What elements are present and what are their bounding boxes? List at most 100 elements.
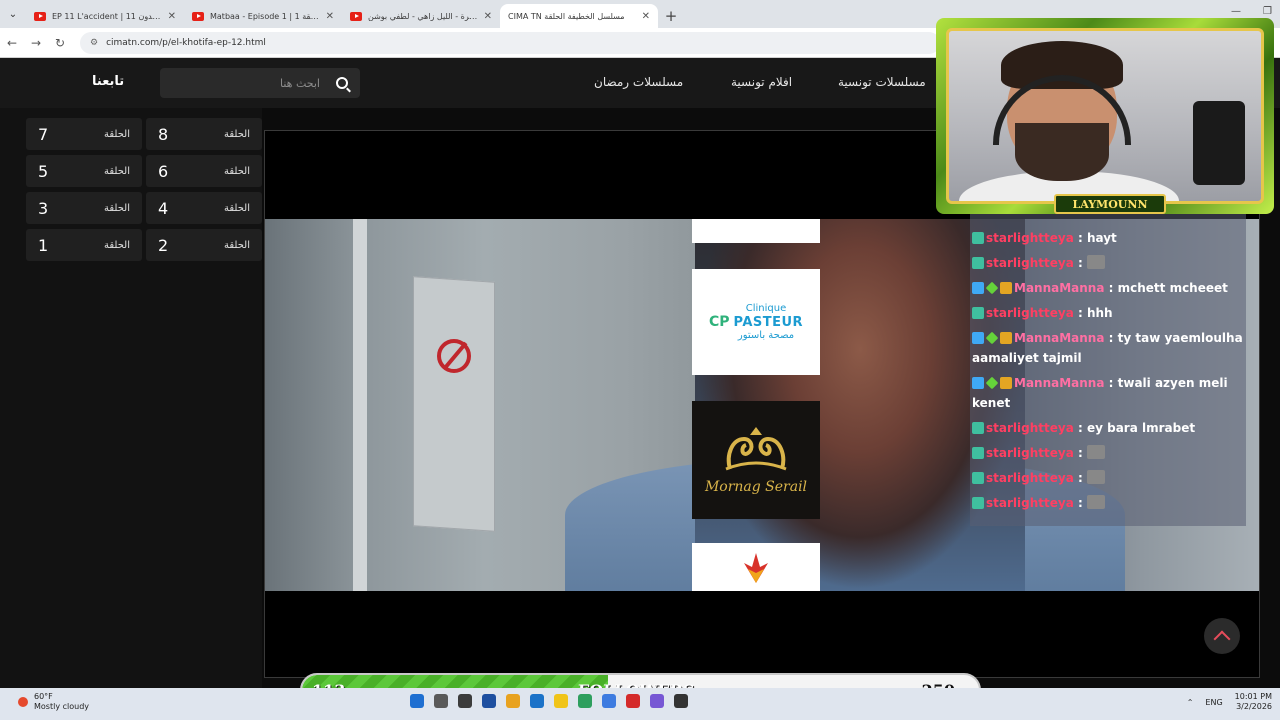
chat-text: : mchett mcheeet [1108, 281, 1228, 295]
site-info-icon[interactable]: ⚙ [90, 38, 98, 48]
chat-emote-icon [1086, 495, 1105, 509]
start-icon[interactable] [410, 694, 424, 708]
close-tab-icon[interactable]: ✕ [168, 11, 176, 22]
sponsor-banner-bottom [692, 543, 820, 591]
browser-tab-4-active[interactable]: CIMA TN مسلسل الخطيفة الحلقة ✕ [500, 4, 658, 28]
maximize-icon[interactable]: ❐ [1263, 6, 1272, 17]
weather-icon [18, 697, 28, 707]
episode-number: 5 [38, 161, 49, 181]
clock[interactable]: 10:01 PM 3/2/2026 [1235, 692, 1272, 712]
swan-logo-icon [725, 427, 787, 471]
episode-6-button[interactable]: الحلقة 6 [146, 155, 262, 187]
chat-message: starlightteya : [972, 443, 1246, 463]
nav-tunisian-films[interactable]: افلام تونسية [731, 75, 792, 89]
search-input[interactable]: ابحث هنا [280, 77, 320, 90]
youtube-icon [192, 11, 204, 21]
nav-tunisian-series[interactable]: مسلسلات تونسية [838, 75, 926, 89]
chat-text: : hayt [1077, 231, 1117, 245]
chat-username[interactable]: MannaManna [1014, 331, 1104, 345]
url-text: cimatn.com/p/el-khotifa-ep-12.html [106, 37, 266, 48]
chat-badge-icon [972, 232, 984, 244]
browser-tab-2[interactable]: Matbaa - Episode 1 | 1 الحلقة - ... ✕ [184, 4, 342, 28]
episode-label: الحلقة [223, 202, 250, 214]
sponsor-banner-top [692, 219, 820, 243]
minimize-icon[interactable]: — [1231, 6, 1241, 17]
chat-username[interactable]: starlightteya [986, 471, 1074, 485]
episode-2-button[interactable]: الحلقة 2 [146, 229, 262, 261]
chat-emote-icon [1086, 470, 1105, 484]
scene-wall [353, 219, 367, 591]
tab-search-chevron-icon[interactable]: ⌄ [0, 0, 26, 28]
chat-text: : [1077, 496, 1083, 510]
netflix-icon[interactable] [626, 694, 640, 708]
discord-icon[interactable] [650, 694, 664, 708]
chat-username[interactable]: starlightteya [986, 231, 1074, 245]
chat-text: : [1077, 446, 1083, 460]
episode-3-button[interactable]: الحلقة 3 [26, 192, 142, 224]
files-icon[interactable] [554, 694, 568, 708]
browser-tab-3[interactable]: الحضرة - الليل زاهي - لطفي بوشن... ✕ [342, 4, 500, 28]
close-tab-icon[interactable]: ✕ [642, 11, 650, 22]
folder-icon[interactable] [506, 694, 520, 708]
chat-username[interactable]: starlightteya [986, 256, 1074, 270]
episode-4-button[interactable]: الحلقة 4 [146, 192, 262, 224]
chat-message: starlightteya : hhh [972, 303, 1246, 323]
episode-label: الحلقة [103, 128, 130, 140]
youtube-icon [34, 11, 46, 21]
chrome-icon[interactable] [578, 694, 592, 708]
episode-number: 6 [158, 161, 169, 181]
chat-username[interactable]: starlightteya [986, 496, 1074, 510]
close-tab-icon[interactable]: ✕ [326, 11, 334, 22]
close-tab-icon[interactable]: ✕ [484, 11, 492, 22]
chat-username[interactable]: MannaManna [1014, 376, 1104, 390]
obs-icon[interactable] [674, 694, 688, 708]
chat-text: : hhh [1077, 306, 1113, 320]
episode-list: الحلقة 8 الحلقة 7 الحلقة 6 الحلقة 5 الحلقة 4 … [0, 108, 262, 688]
weather-desc: Mostly cloudy [34, 702, 89, 711]
task-view-icon[interactable] [458, 694, 472, 708]
nav-ramadan-series[interactable]: مسلسلات رمضان [594, 75, 683, 89]
chat-text: : [1077, 256, 1083, 270]
sponsor-clinique-pasteur: Clinique CP PASTEUR مصحة باستور [692, 269, 820, 375]
chat-username[interactable]: starlightteya [986, 446, 1074, 460]
pasteur-logo-icon: CP [708, 314, 730, 330]
app-icon[interactable] [482, 694, 496, 708]
scroll-to-top-button[interactable] [1204, 618, 1240, 654]
episode-label: الحلقة [223, 165, 250, 177]
episode-7-button[interactable]: الحلقة 7 [26, 118, 142, 150]
chat-badge-icon [1000, 282, 1012, 294]
episode-5-button[interactable]: الحلقة 5 [26, 155, 142, 187]
chat-username[interactable]: MannaManna [1014, 281, 1104, 295]
new-tab-button[interactable]: + [658, 4, 684, 28]
weather-temp: 60°F [34, 692, 53, 701]
episode-1-button[interactable]: الحلقة 1 [26, 229, 142, 261]
chat-badge-icon [972, 497, 984, 509]
chat-badge-icon [1000, 377, 1012, 389]
forward-icon[interactable]: → [24, 36, 48, 50]
webcam-feed [946, 28, 1264, 204]
search-taskbar-icon[interactable] [434, 694, 448, 708]
browser-tab-1[interactable]: EP 11 L'accident | 11 الأكسيدون ✕ [26, 4, 184, 28]
chat-message: starlightteya : hayt [972, 228, 1246, 248]
chat-message: MannaManna : ty taw yaemloulha aamaliyet… [972, 328, 1246, 368]
follow-us-link[interactable]: تابعنا [92, 74, 124, 89]
chat-badge-icon [972, 257, 984, 269]
edge-icon[interactable] [530, 694, 544, 708]
search-icon[interactable] [336, 77, 348, 89]
tab-title: Matbaa - Episode 1 | 1 الحلقة - ... [210, 11, 320, 21]
app-icon[interactable] [602, 694, 616, 708]
search-box[interactable]: ابحث هنا [160, 68, 360, 98]
chat-username[interactable]: starlightteya [986, 306, 1074, 320]
tray-expand-icon[interactable]: ⌃ [1187, 698, 1194, 707]
chat-username[interactable]: starlightteya [986, 421, 1074, 435]
language-indicator[interactable]: ENG [1205, 698, 1222, 707]
clock-time: 10:01 PM [1234, 692, 1272, 701]
episode-8-button[interactable]: الحلقة 8 [146, 118, 262, 150]
weather-widget[interactable]: 60°F Mostly cloudy [18, 692, 89, 712]
episode-number: 3 [38, 198, 49, 218]
episode-label: الحلقة [103, 165, 130, 177]
back-icon[interactable]: ← [0, 36, 24, 50]
reload-icon[interactable]: ↻ [48, 36, 72, 50]
chat-message: starlightteya : [972, 468, 1246, 488]
url-field[interactable]: ⚙ cimatn.com/p/el-khotifa-ep-12.html [80, 31, 940, 54]
